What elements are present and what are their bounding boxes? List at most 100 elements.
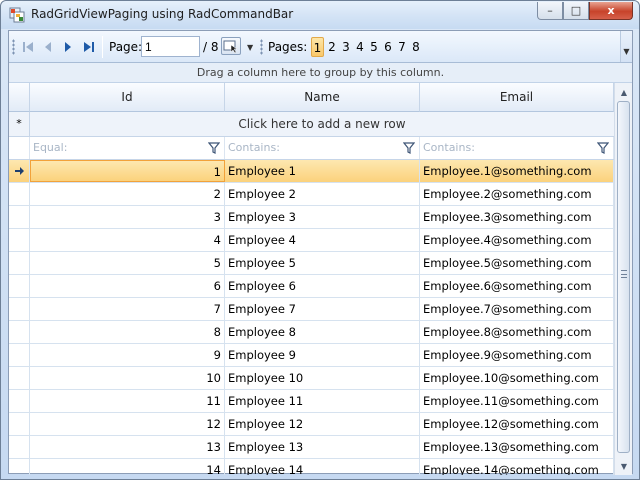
strip-grip-handle[interactable] — [260, 39, 263, 55]
cell-id[interactable]: 3 — [30, 206, 225, 228]
filter-icon[interactable] — [403, 142, 415, 154]
filter-cell-email[interactable]: Contains: — [420, 137, 614, 159]
table-row[interactable]: 7 Employee 7 Employee.7@something.com — [9, 298, 614, 321]
table-row[interactable]: 5 Employee 5 Employee.5@something.com — [9, 252, 614, 275]
row-indicator[interactable] — [9, 321, 30, 343]
cell-name[interactable]: Employee 11 — [225, 390, 420, 412]
cell-id[interactable]: 12 — [30, 413, 225, 435]
cell-id[interactable]: 4 — [30, 229, 225, 251]
cell-name[interactable]: Employee 14 — [225, 459, 420, 475]
cell-name[interactable]: Employee 9 — [225, 344, 420, 366]
cell-email[interactable]: Employee.13@something.com — [420, 436, 614, 458]
cell-name[interactable]: Employee 2 — [225, 183, 420, 205]
vertical-scrollbar[interactable]: ▲ ▼ — [614, 83, 632, 475]
row-indicator[interactable] — [9, 183, 30, 205]
page-link-4[interactable]: 4 — [354, 37, 366, 57]
cell-name[interactable]: Employee 7 — [225, 298, 420, 320]
strip-grip-handle[interactable] — [12, 39, 15, 55]
row-indicator[interactable] — [9, 275, 30, 297]
table-row[interactable]: 1 Employee 1 Employee.1@something.com — [9, 160, 614, 183]
cell-id[interactable]: 13 — [30, 436, 225, 458]
cell-id[interactable]: 6 — [30, 275, 225, 297]
page-link-7[interactable]: 7 — [396, 37, 408, 57]
page-link-3[interactable]: 3 — [340, 37, 352, 57]
cell-id[interactable]: 10 — [30, 367, 225, 389]
cell-id[interactable]: 14 — [30, 459, 225, 475]
row-indicator[interactable] — [9, 298, 30, 320]
cell-id[interactable]: 8 — [30, 321, 225, 343]
cell-email[interactable]: Employee.5@something.com — [420, 252, 614, 274]
page-link-8[interactable]: 8 — [410, 37, 422, 57]
table-row[interactable]: 12 Employee 12 Employee.12@something.com — [9, 413, 614, 436]
filter-icon[interactable] — [597, 142, 609, 154]
table-row[interactable]: 9 Employee 9 Employee.9@something.com — [9, 344, 614, 367]
table-row[interactable]: 11 Employee 11 Employee.11@something.com — [9, 390, 614, 413]
cell-email[interactable]: Employee.11@something.com — [420, 390, 614, 412]
cell-name[interactable]: Employee 6 — [225, 275, 420, 297]
page-link-1[interactable]: 1 — [311, 37, 324, 57]
go-page-button[interactable] — [221, 37, 241, 55]
table-row[interactable]: 2 Employee 2 Employee.2@something.com — [9, 183, 614, 206]
previous-page-button[interactable] — [40, 39, 56, 55]
table-row[interactable]: 8 Employee 8 Employee.8@something.com — [9, 321, 614, 344]
cell-name[interactable]: Employee 5 — [225, 252, 420, 274]
filter-icon[interactable] — [208, 142, 220, 154]
scrollbar-thumb[interactable] — [617, 101, 630, 453]
cell-name[interactable]: Employee 4 — [225, 229, 420, 251]
row-indicator[interactable] — [9, 206, 30, 228]
cell-name[interactable]: Employee 10 — [225, 367, 420, 389]
cell-id[interactable]: 7 — [30, 298, 225, 320]
table-row[interactable]: 3 Employee 3 Employee.3@something.com — [9, 206, 614, 229]
column-header-name[interactable]: Name — [225, 83, 420, 112]
cell-email[interactable]: Employee.7@something.com — [420, 298, 614, 320]
overflow-icon[interactable]: ▼ — [247, 43, 253, 52]
minimize-button[interactable]: – — [537, 2, 563, 20]
cell-email[interactable]: Employee.6@something.com — [420, 275, 614, 297]
table-row[interactable]: 14 Employee 14 Employee.14@something.com — [9, 459, 614, 475]
filter-cell-name[interactable]: Contains: — [225, 137, 420, 159]
cell-email[interactable]: Employee.12@something.com — [420, 413, 614, 435]
row-indicator[interactable] — [9, 252, 30, 274]
row-indicator[interactable] — [9, 229, 30, 251]
page-link-6[interactable]: 6 — [382, 37, 394, 57]
page-input[interactable] — [141, 36, 200, 57]
cell-id[interactable]: 1 — [30, 160, 225, 182]
table-row[interactable]: 13 Employee 13 Employee.13@something.com — [9, 436, 614, 459]
close-button[interactable]: x — [589, 2, 633, 20]
cell-id[interactable]: 11 — [30, 390, 225, 412]
next-page-button[interactable] — [60, 39, 76, 55]
cell-id[interactable]: 9 — [30, 344, 225, 366]
scroll-up-icon[interactable]: ▲ — [617, 85, 631, 99]
cell-email[interactable]: Employee.3@something.com — [420, 206, 614, 228]
row-indicator[interactable] — [9, 390, 30, 412]
cell-name[interactable]: Employee 12 — [225, 413, 420, 435]
row-indicator[interactable] — [9, 367, 30, 389]
last-page-button[interactable] — [81, 39, 97, 55]
cell-name[interactable]: Employee 8 — [225, 321, 420, 343]
title-bar[interactable]: RadGridViewPaging using RadCommandBar – … — [1, 1, 639, 29]
cell-email[interactable]: Employee.2@something.com — [420, 183, 614, 205]
cell-id[interactable]: 2 — [30, 183, 225, 205]
cell-email[interactable]: Employee.14@something.com — [420, 459, 614, 475]
table-row[interactable]: 10 Employee 10 Employee.10@something.com — [9, 367, 614, 390]
column-header-email[interactable]: Email — [420, 83, 614, 112]
page-link-5[interactable]: 5 — [368, 37, 380, 57]
table-row[interactable]: 4 Employee 4 Employee.4@something.com — [9, 229, 614, 252]
row-indicator[interactable] — [9, 160, 30, 182]
first-page-button[interactable] — [20, 39, 36, 55]
maximize-button[interactable]: □ — [563, 2, 589, 20]
group-panel[interactable]: Drag a column here to group by this colu… — [9, 63, 632, 83]
commandbar-overflow-button[interactable]: ▼ — [620, 31, 632, 62]
filter-cell-id[interactable]: Equal: — [30, 137, 225, 159]
cell-name[interactable]: Employee 1 — [225, 160, 420, 182]
cell-email[interactable]: Employee.4@something.com — [420, 229, 614, 251]
cell-email[interactable]: Employee.1@something.com — [420, 160, 614, 182]
cell-name[interactable]: Employee 3 — [225, 206, 420, 228]
row-indicator[interactable] — [9, 413, 30, 435]
cell-email[interactable]: Employee.8@something.com — [420, 321, 614, 343]
page-link-2[interactable]: 2 — [326, 37, 338, 57]
table-row[interactable]: 6 Employee 6 Employee.6@something.com — [9, 275, 614, 298]
cell-email[interactable]: Employee.10@something.com — [420, 367, 614, 389]
row-indicator[interactable] — [9, 459, 30, 475]
cell-name[interactable]: Employee 13 — [225, 436, 420, 458]
